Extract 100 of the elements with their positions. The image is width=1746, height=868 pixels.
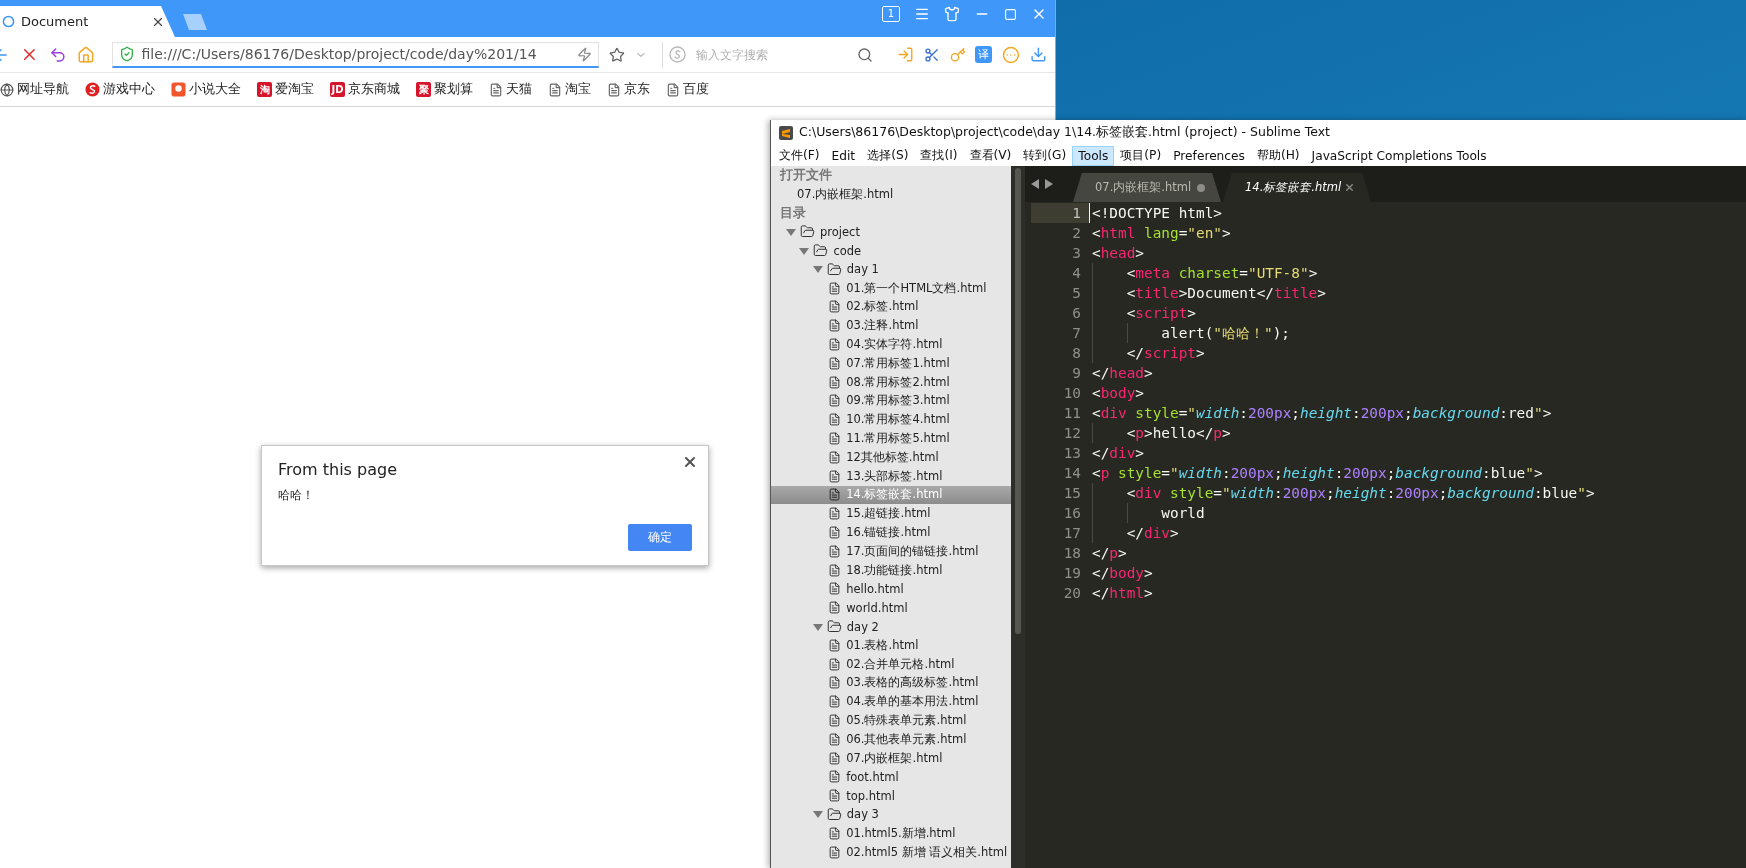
folder-icon — [826, 619, 842, 634]
code-line: <body> — [1091, 384, 1144, 403]
key-icon[interactable] — [949, 46, 966, 63]
file-item[interactable]: 01.html5.新增.html — [771, 823, 1011, 843]
file-item[interactable]: 06.其他表单元素.html — [771, 729, 1011, 749]
line-number: 6 — [1071, 304, 1082, 323]
bookmark-link[interactable]: 天猫 — [489, 81, 532, 98]
menu-item[interactable]: 查找(I) — [914, 144, 964, 167]
menu-item[interactable]: 转到(G) — [1017, 144, 1073, 167]
file-item[interactable]: 05.特殊表单元素.html — [771, 711, 1011, 730]
file-item[interactable]: 09.常用标签3.html — [771, 391, 1011, 411]
star-icon[interactable] — [608, 46, 625, 63]
expanded-arrow-icon[interactable] — [812, 809, 823, 820]
new-tab-button[interactable] — [183, 14, 207, 30]
bookmark-link[interactable]: 京东 — [607, 81, 650, 98]
menu-item[interactable]: Preferences — [1167, 145, 1251, 166]
file-icon — [828, 789, 842, 803]
menu-item[interactable]: 选择(S) — [861, 144, 915, 167]
address-field[interactable]: file:///C:/Users/86176/Desktop/project/code/day%201/14 — [112, 41, 599, 68]
file-item[interactable]: 02.标签.html — [771, 297, 1011, 317]
search-icon[interactable] — [856, 46, 873, 63]
folder-item[interactable]: project — [771, 222, 1011, 242]
menu-item[interactable]: Edit — [825, 145, 862, 166]
file-item[interactable]: 01.表格.html — [771, 635, 1011, 655]
file-icon — [828, 394, 842, 408]
file-icon — [828, 488, 842, 502]
expanded-arrow-icon[interactable] — [812, 621, 823, 632]
close-icon[interactable] — [1344, 182, 1355, 193]
file-item[interactable]: 17.页面间的锚链接.html — [771, 541, 1011, 561]
bookmark-link[interactable]: 淘宝 — [548, 81, 591, 98]
file-item[interactable]: hello.html — [771, 579, 1011, 599]
editor-tab[interactable]: 07.内嵌框架.html — [1073, 173, 1221, 202]
file-item[interactable]: 10.常用标签4.html — [771, 410, 1011, 430]
file-item[interactable]: 12其他标签.html — [771, 447, 1011, 467]
bolt-icon[interactable] — [576, 46, 592, 62]
folder-item[interactable]: day 3 — [771, 805, 1011, 824]
menu-item[interactable]: 查看(V) — [963, 144, 1018, 167]
file-item[interactable]: top.html — [771, 786, 1011, 806]
browser-tab[interactable]: Document — [0, 6, 175, 37]
menu-icon[interactable] — [914, 6, 930, 22]
bookmark-link[interactable]: 聚 聚划算 — [416, 81, 473, 98]
file-item[interactable]: 02.html5 新增 语义相关.html — [771, 842, 1011, 862]
file-icon — [828, 751, 842, 765]
file-item[interactable]: 04.实体字符.html — [771, 335, 1011, 354]
file-item[interactable]: 13.头部标签.html — [771, 466, 1011, 486]
folder-item[interactable]: code — [771, 241, 1011, 260]
file-item[interactable]: 16.锚链接.html — [771, 523, 1011, 542]
shirt-icon[interactable] — [944, 6, 960, 22]
menu-item[interactable]: JavaScript Completions Tools — [1305, 145, 1493, 166]
bookmark-link[interactable]: 百度 — [666, 81, 709, 98]
search-field[interactable]: 输入文字搜索 — [694, 46, 849, 63]
bookmark-link[interactable]: 网址导航 — [0, 81, 69, 98]
file-icon — [828, 601, 842, 615]
file-item[interactable]: 02.合并单元格.html — [771, 654, 1011, 674]
home-icon[interactable] — [76, 45, 95, 64]
file-item[interactable]: 07.内嵌框架.html — [771, 748, 1011, 768]
login-icon[interactable] — [896, 46, 914, 63]
right-arrow-icon[interactable] — [1045, 179, 1053, 189]
open-file-item[interactable]: 07.内嵌框架.html — [771, 184, 1011, 204]
menu-item[interactable]: 项目(P) — [1114, 144, 1168, 167]
dialog-message: 哈哈！ — [278, 487, 315, 504]
menu-item[interactable]: 帮助(H) — [1250, 144, 1306, 167]
bookmark-link[interactable]: 淘 爱淘宝 — [257, 81, 314, 98]
file-item[interactable]: foot.html — [771, 767, 1011, 787]
file-icon — [828, 469, 842, 483]
scrollbar-thumb[interactable] — [1015, 168, 1021, 634]
bookmark-link[interactable]: JD 京东商城 — [330, 81, 400, 98]
scissors-icon[interactable] — [923, 46, 940, 63]
expanded-arrow-icon[interactable] — [786, 226, 796, 237]
file-item[interactable]: 11.常用标签5.html — [771, 429, 1011, 448]
file-item[interactable]: 01.第一个HTML文档.html — [771, 278, 1011, 298]
download-icon[interactable] — [1030, 46, 1047, 63]
close-icon[interactable] — [682, 454, 698, 470]
file-item[interactable]: 04.表单的基本用法.html — [771, 692, 1011, 712]
file-item[interactable]: 18.功能链接.html — [771, 560, 1011, 580]
menu-item[interactable]: 文件(F) — [773, 144, 826, 167]
editor-tab[interactable]: 14.标签嵌套.html — [1223, 173, 1371, 202]
file-item[interactable]: 07.常用标签1.html — [771, 353, 1011, 373]
page-icon — [489, 82, 503, 97]
file-item[interactable]: 15.超链接.html — [771, 504, 1011, 524]
game-icon — [85, 82, 100, 97]
folder-item[interactable]: day 1 — [771, 260, 1011, 279]
file-icon — [828, 544, 842, 558]
file-item[interactable]: 03.表格的高级标签.html — [771, 673, 1011, 693]
expanded-arrow-icon[interactable] — [812, 264, 823, 275]
undo-icon[interactable] — [48, 45, 67, 64]
maximize-icon[interactable] — [1004, 7, 1017, 21]
expanded-arrow-icon[interactable] — [799, 245, 810, 256]
left-arrow-icon[interactable] — [1031, 179, 1039, 189]
folder-item[interactable]: day 2 — [771, 617, 1011, 636]
file-item[interactable]: 03.注释.html — [771, 316, 1011, 336]
file-item[interactable]: 08.常用标签2.html — [771, 372, 1011, 392]
bookmark-link[interactable]: 游戏中心 — [85, 81, 155, 98]
line-number: 15 — [1062, 484, 1082, 503]
more-icon[interactable] — [1002, 45, 1021, 64]
file-item[interactable]: world.html — [771, 598, 1011, 618]
menu-item[interactable]: Tools — [1072, 145, 1115, 166]
line-number: 9 — [1071, 364, 1082, 383]
bookmark-link[interactable]: 小说大全 — [171, 81, 241, 98]
file-icon — [828, 732, 842, 746]
